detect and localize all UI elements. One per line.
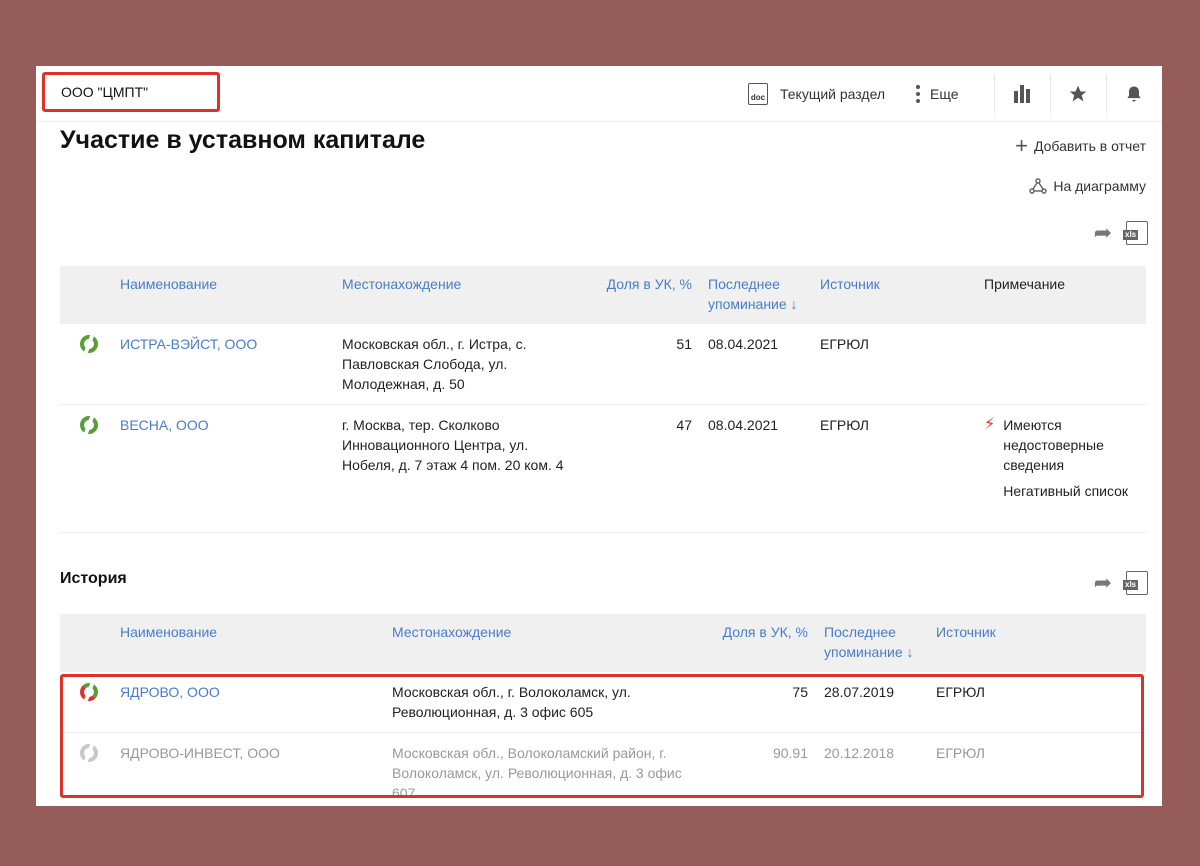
favorite-button[interactable] xyxy=(1050,66,1106,122)
header-share[interactable]: Доля в УК, % xyxy=(584,266,700,324)
table-tools: ➦ xls xyxy=(1094,220,1148,246)
plus-icon: + xyxy=(1015,133,1028,158)
chart-button[interactable] xyxy=(994,66,1050,122)
date-cell: 20.12.2018 xyxy=(816,732,928,806)
table-header-row: Наименование Местонахождение Доля в УК, … xyxy=(60,614,1146,672)
header-share[interactable]: Доля в УК, % xyxy=(700,614,816,672)
table-row: ИСТРА-ВЭЙСТ, ООО Московская обл., г. Ист… xyxy=(60,324,1146,405)
header-name[interactable]: Наименование xyxy=(112,614,384,672)
more-menu-button[interactable]: Еще xyxy=(916,66,959,122)
status-active-icon xyxy=(80,335,98,353)
company-link[interactable]: ЯДРОВО-ИНВЕСТ, ООО xyxy=(112,732,384,806)
table-row: ЯДРОВО, ООО Московская обл., г. Волокола… xyxy=(60,672,1146,733)
header-status xyxy=(60,266,112,324)
source-cell: ЕГРЮЛ xyxy=(812,324,976,405)
address-cell: Московская обл., г. Истра, с. Павловская… xyxy=(334,324,584,405)
bar-chart-icon xyxy=(1014,85,1030,103)
note-unreliable[interactable]: Имеются недостоверные сведения xyxy=(1003,415,1138,475)
history-table: Наименование Местонахождение Доля в УК, … xyxy=(60,614,1146,806)
history-title: История xyxy=(60,570,127,587)
status-inactive-icon xyxy=(80,743,98,762)
date-cell: 28.07.2019 xyxy=(816,672,928,733)
current-section-button[interactable]: doc Текущий раздел xyxy=(748,66,885,122)
source-cell: ЕГРЮЛ xyxy=(928,732,1146,806)
more-vertical-icon xyxy=(916,85,920,103)
more-label: Еще xyxy=(930,86,959,102)
source-cell: ЕГРЮЛ xyxy=(928,672,1146,733)
company-link[interactable]: ЯДРОВО, ООО xyxy=(112,672,384,733)
note-negative-list[interactable]: Негативный список xyxy=(1003,481,1138,501)
note-cell: ⚡ Имеются недостоверные сведения Негатив… xyxy=(976,404,1146,533)
current-section-label: Текущий раздел xyxy=(780,86,886,102)
table-header-row: Наименование Местонахождение Доля в УК, … xyxy=(60,266,1146,324)
table-row: ЯДРОВО-ИНВЕСТ, ООО Московская обл., Воло… xyxy=(60,732,1146,806)
header-address[interactable]: Местонахождение xyxy=(384,614,700,672)
share-cell: 51 xyxy=(584,324,700,405)
status-active-icon xyxy=(80,415,98,434)
status-liquidating-icon xyxy=(80,683,98,701)
header-status xyxy=(60,614,112,672)
company-link[interactable]: ИСТРА-ВЭЙСТ, ООО xyxy=(112,324,334,405)
header-note: Примечание xyxy=(976,266,1146,324)
note-cell xyxy=(976,324,1146,405)
header-name[interactable]: Наименование xyxy=(112,266,334,324)
table-row: ВЕСНА, ООО г. Москва, тер. Сколково Инно… xyxy=(60,404,1146,533)
to-diagram-button[interactable]: На диаграмму xyxy=(1029,178,1146,194)
page-title: Участие в уставном капитале xyxy=(60,126,426,154)
add-to-report-button[interactable]: + Добавить в отчет xyxy=(1015,133,1146,158)
xls-export-icon[interactable]: xls xyxy=(1123,221,1148,245)
header-last-mention[interactable]: Последнее упоминание ↓ xyxy=(700,266,812,324)
address-cell: Московская обл., Волоколамский район, г.… xyxy=(384,732,700,806)
lightning-icon: ⚡ xyxy=(984,415,996,433)
top-bar: ООО "ЦМПТ" doc Текущий раздел Еще xyxy=(36,66,1162,122)
star-icon xyxy=(1069,85,1087,102)
xls-export-icon[interactable]: xls xyxy=(1123,571,1148,595)
company-link[interactable]: ВЕСНА, ООО xyxy=(112,404,334,533)
source-cell: ЕГРЮЛ xyxy=(812,404,976,533)
bell-icon xyxy=(1127,86,1141,102)
history-tools: ➦ xls xyxy=(1094,570,1148,596)
share-cell: 47 xyxy=(584,404,700,533)
main-panel: ООО "ЦМПТ" doc Текущий раздел Еще Участи… xyxy=(36,66,1162,806)
share-cell: 90.91 xyxy=(700,732,816,806)
address-cell: г. Москва, тер. Сколково Инновационного … xyxy=(334,404,584,533)
diagram-icon xyxy=(1029,178,1048,194)
header-last-mention[interactable]: Последнее упоминание ↓ xyxy=(816,614,928,672)
address-cell: Московская обл., г. Волоколамск, ул. Рев… xyxy=(384,672,700,733)
company-name[interactable]: ООО "ЦМПТ" xyxy=(42,72,220,112)
date-cell: 08.04.2021 xyxy=(700,404,812,533)
share-cell: 75 xyxy=(700,672,816,733)
share-icon[interactable]: ➦ xyxy=(1094,220,1112,246)
doc-icon: doc xyxy=(748,83,768,105)
add-to-report-label: Добавить в отчет xyxy=(1033,138,1146,154)
participation-table: Наименование Местонахождение Доля в УК, … xyxy=(60,266,1146,533)
header-address[interactable]: Местонахождение xyxy=(334,266,584,324)
header-source[interactable]: Источник xyxy=(928,614,1146,672)
share-icon[interactable]: ➦ xyxy=(1094,570,1112,596)
date-cell: 08.04.2021 xyxy=(700,324,812,405)
to-diagram-label: На диаграмму xyxy=(1053,178,1146,194)
notifications-button[interactable] xyxy=(1106,66,1162,122)
header-source[interactable]: Источник xyxy=(812,266,976,324)
